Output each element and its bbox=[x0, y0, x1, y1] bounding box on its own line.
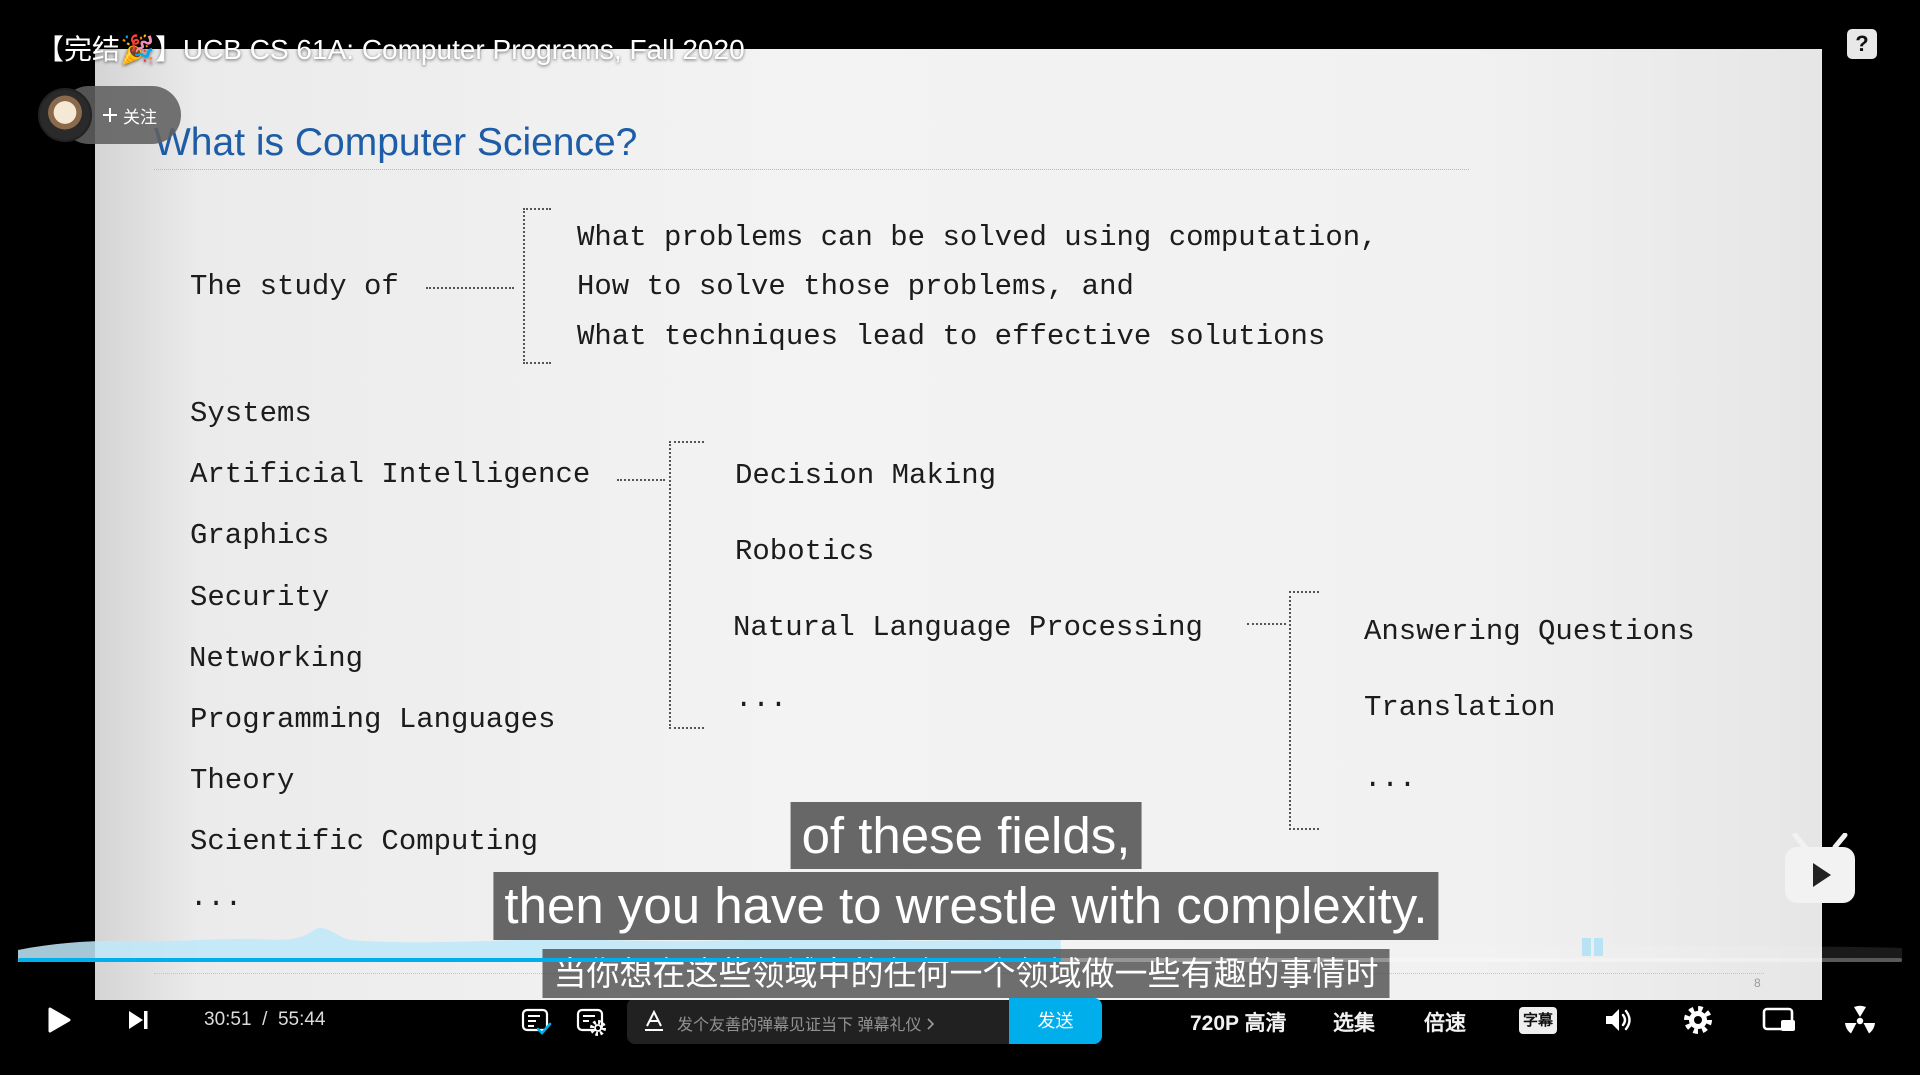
send-button[interactable]: 发送 bbox=[1009, 998, 1102, 1044]
field-item: Scientific Computing bbox=[190, 825, 539, 858]
nlp-subfield: Translation bbox=[1364, 691, 1556, 724]
study-bracket bbox=[523, 208, 551, 364]
study-label: The study of bbox=[190, 270, 399, 303]
gear-icon[interactable] bbox=[1682, 1004, 1714, 1036]
text-style-icon[interactable] bbox=[643, 1010, 665, 1032]
progress-played bbox=[18, 958, 1061, 962]
danmaku-placeholder-text: 发个友善的弹幕见证当下 bbox=[677, 1017, 854, 1034]
time-current: 30:51 bbox=[204, 1009, 252, 1030]
chapter-icon[interactable] bbox=[1582, 938, 1604, 956]
slide-page-number: 8 bbox=[1754, 976, 1761, 990]
quality-button[interactable]: 720P 高清 bbox=[1190, 1007, 1287, 1037]
ai-subfield: Robotics bbox=[735, 535, 875, 568]
plus-icon bbox=[103, 108, 117, 122]
nlp-leader-line bbox=[1247, 623, 1286, 625]
study-line: What problems can be solved using comput… bbox=[577, 221, 1378, 254]
subtitle-button[interactable]: 字幕 bbox=[1519, 1007, 1557, 1034]
slide-title: What is Computer Science? bbox=[154, 121, 638, 164]
field-item: Systems bbox=[190, 397, 312, 430]
danmaku-input[interactable]: 发个友善的弹幕见证当下 弹幕礼仪 发送 bbox=[627, 998, 1102, 1044]
time-separator: / bbox=[262, 1009, 268, 1030]
field-item: Artificial Intelligence bbox=[190, 458, 591, 491]
ai-leader-line bbox=[617, 479, 665, 481]
field-item: Networking bbox=[189, 642, 364, 675]
widescreen-icon[interactable] bbox=[1762, 1005, 1796, 1035]
play-icon[interactable] bbox=[42, 1004, 74, 1036]
ai-subfield-ellipsis: ... bbox=[735, 682, 788, 715]
study-line: How to solve those problems, and bbox=[577, 270, 1134, 303]
mini-player-icon[interactable] bbox=[1779, 833, 1861, 907]
field-item: Graphics bbox=[190, 519, 330, 552]
field-item: Programming Languages bbox=[190, 703, 556, 736]
ai-bracket bbox=[669, 441, 704, 729]
subtitle-line: of these fields, bbox=[790, 802, 1142, 869]
danmaku-toggle-icon[interactable] bbox=[520, 1005, 552, 1037]
field-item-ellipsis: ... bbox=[190, 881, 243, 914]
volume-icon[interactable] bbox=[1602, 1004, 1634, 1036]
danmaku-settings-icon[interactable] bbox=[575, 1005, 607, 1037]
help-icon[interactable]: ? bbox=[1847, 29, 1877, 59]
study-leader-line bbox=[426, 287, 514, 289]
ai-subfield: Natural Language Processing bbox=[733, 611, 1203, 644]
ai-subfield: Decision Making bbox=[735, 459, 997, 492]
danmaku-placeholder: 发个友善的弹幕见证当下 弹幕礼仪 bbox=[677, 1011, 935, 1035]
nlp-subfield-ellipsis: ... bbox=[1364, 762, 1417, 795]
subtitle-line: then you have to wrestle with complexity… bbox=[493, 872, 1439, 940]
nlp-bracket bbox=[1289, 591, 1319, 830]
study-line: What techniques lead to effective soluti… bbox=[577, 320, 1326, 353]
episodes-button[interactable]: 选集 bbox=[1333, 1007, 1375, 1037]
nlp-subfield: Answering Questions bbox=[1364, 615, 1695, 648]
time-display: 30:51 / 55:44 bbox=[204, 1009, 326, 1031]
progress-bar[interactable] bbox=[18, 958, 1902, 962]
fullscreen-icon[interactable] bbox=[1843, 1004, 1877, 1036]
subtitle-line-zh: 当你想在这些领域中的任何一个领域做一些有趣的事情时 bbox=[542, 949, 1390, 998]
slide-title-rule bbox=[154, 169, 1469, 170]
danmaku-etiquette-link[interactable]: 弹幕礼仪 bbox=[857, 1017, 921, 1034]
field-item: Theory bbox=[190, 764, 295, 797]
next-episode-icon[interactable] bbox=[126, 1008, 150, 1032]
field-item: Security bbox=[190, 581, 330, 614]
video-title: 【完结🎉】UCB CS 61A: Computer Programs, Fall… bbox=[36, 34, 745, 65]
follow-label: 关注 bbox=[123, 107, 157, 127]
speed-button[interactable]: 倍速 bbox=[1424, 1007, 1466, 1037]
avatar[interactable] bbox=[38, 88, 92, 142]
time-total: 55:44 bbox=[277, 1009, 326, 1030]
chevron-right-icon bbox=[927, 1018, 935, 1030]
